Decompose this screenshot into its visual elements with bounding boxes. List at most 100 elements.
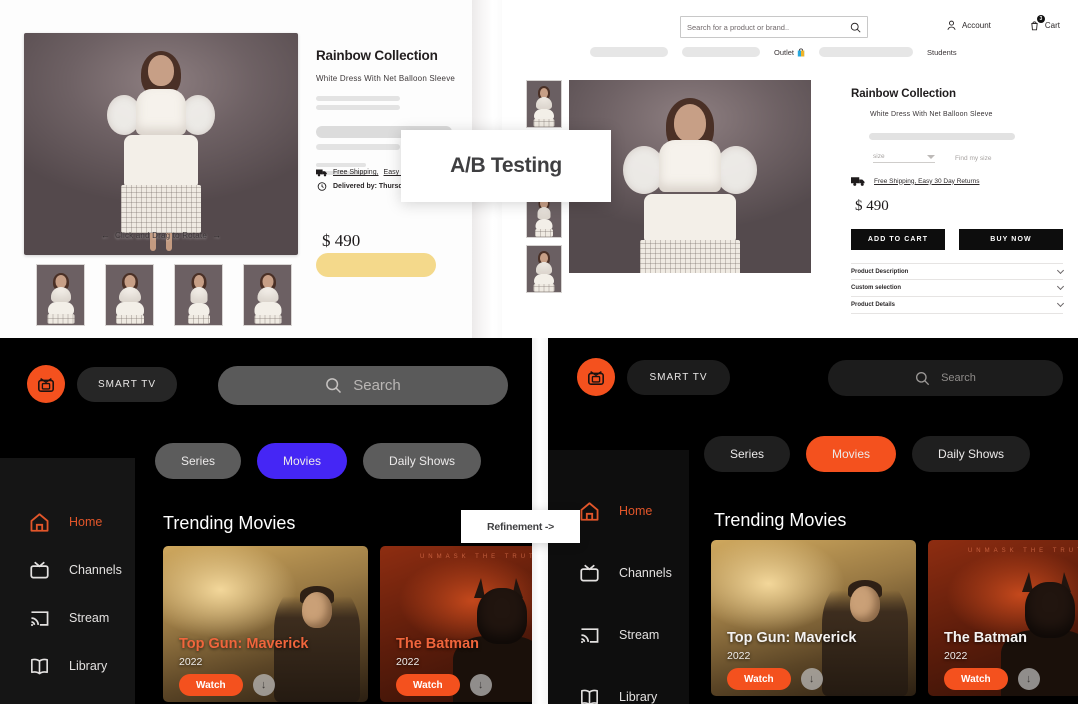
color-swatch-bar[interactable] <box>869 133 1015 140</box>
movie-title: Top Gun: Maverick <box>727 630 857 646</box>
download-arrow-icon[interactable]: ↓ <box>252 674 275 696</box>
tab-movies-a[interactable]: Movies <box>257 443 348 479</box>
account-button[interactable]: Account <box>946 20 991 31</box>
watch-button[interactable]: Watch <box>396 674 460 696</box>
movie-actions: Watch ↓ <box>944 668 1040 690</box>
size-select-value: size <box>873 153 885 160</box>
movie-card[interactable]: UNMASK THE TRUTH The Batman 2022 Watch ↓ <box>380 546 532 702</box>
shipping-returns-link[interactable]: Free Shipping, Easy 30 Day Returns <box>874 178 980 185</box>
section-title-b: Trending Movies <box>714 510 847 530</box>
shopping-bag-icon <box>797 48 805 56</box>
model-illustration <box>101 41 221 255</box>
thumbnail[interactable] <box>243 264 292 326</box>
search-icon[interactable] <box>325 377 342 394</box>
accordion-custom-selection[interactable]: Custom selection <box>851 280 1065 297</box>
download-arrow-icon[interactable]: ↓ <box>1017 668 1040 690</box>
movie-title: The Batman <box>396 636 479 652</box>
accordion-label: Product Details <box>851 302 896 308</box>
nav-ghost-item[interactable] <box>590 47 668 57</box>
watch-button[interactable]: Watch <box>179 674 243 696</box>
download-arrow-icon[interactable]: ↓ <box>800 668 823 690</box>
sidebar-nav-b: Home Channels Stream Library <box>578 480 672 704</box>
nav-students-label: Students <box>927 47 957 57</box>
tv-logo-icon[interactable] <box>27 365 65 403</box>
size-select[interactable]: size <box>873 153 935 163</box>
tab-daily-shows-b[interactable]: Daily Shows <box>912 436 1031 472</box>
search-placeholder-b: Search <box>941 372 976 384</box>
smart-tv-button-a[interactable]: SMART TV <box>77 367 177 402</box>
product-title-b: Rainbow Collection <box>851 88 956 100</box>
add-to-cart-button-a[interactable] <box>316 253 436 277</box>
placeholder-bar <box>316 163 366 167</box>
book-icon <box>581 689 598 704</box>
cart-button[interactable]: 3 Cart <box>1029 15 1060 31</box>
chevron-down-icon <box>927 155 935 159</box>
home-icon <box>580 501 599 521</box>
watch-button[interactable]: Watch <box>727 668 791 690</box>
streaming-refinement-section: SMART TV Search Series Movies Daily Show… <box>0 338 1078 704</box>
placeholder-bar <box>316 105 400 110</box>
sidebar-label: Stream <box>69 611 110 625</box>
tv-logo-icon[interactable] <box>577 358 615 396</box>
sidebar-item-home[interactable]: Home <box>578 480 672 542</box>
nav-ghost-item[interactable] <box>682 47 760 57</box>
add-to-cart-button[interactable]: ADD TO CART <box>851 229 945 250</box>
product-price-b: $ 490 <box>855 198 889 214</box>
sidebar-item-channels[interactable]: Channels <box>28 546 122 594</box>
clock-icon <box>317 182 327 191</box>
accordion-product-details[interactable]: Product Details <box>851 297 1065 314</box>
tab-series-b[interactable]: Series <box>704 436 791 472</box>
thumbnail[interactable] <box>36 264 85 326</box>
movie-year: 2022 <box>727 650 751 662</box>
smart-tv-button-b[interactable]: SMART TV <box>627 360 730 395</box>
watch-button[interactable]: Watch <box>944 668 1008 690</box>
search-bar-b[interactable] <box>680 16 868 38</box>
product-title-a: Rainbow Collection <box>316 48 438 63</box>
download-arrow-icon[interactable]: ↓ <box>469 674 492 696</box>
rotate-arrow-left-icon: ← <box>100 230 111 240</box>
streaming-header-a: SMART TV Search <box>0 338 532 436</box>
thumbnail[interactable] <box>526 80 562 128</box>
search-input-b[interactable] <box>687 22 850 32</box>
movie-tagline: UNMASK THE TRUTH <box>967 548 1078 554</box>
movie-card[interactable]: UNMASK THE TRUTH The Batman 2022 Watch ↓ <box>928 540 1078 696</box>
nav-item-students[interactable]: Students <box>927 48 957 57</box>
movie-tagline: UNMASK THE TRUTH <box>419 554 532 560</box>
sidebar-item-channels[interactable]: Channels <box>578 542 672 604</box>
sidebar-item-home[interactable]: Home <box>28 498 122 546</box>
nav-item-outlet[interactable]: Outlet <box>774 48 805 57</box>
find-my-size-link[interactable]: Find my size <box>955 155 991 162</box>
smart-tv-label: SMART TV <box>649 372 708 383</box>
refinement-label: Refinement -> <box>461 510 580 543</box>
product-info-b: Rainbow Collection White Dress With Net … <box>851 88 1065 314</box>
cast-icon <box>580 627 599 643</box>
search-icon[interactable] <box>850 22 861 33</box>
nav-ghost-item[interactable] <box>819 47 914 57</box>
tab-series-a[interactable]: Series <box>155 443 242 479</box>
search-bar-b-stream[interactable]: Search <box>828 360 1063 396</box>
thumbnail[interactable] <box>105 264 154 326</box>
streaming-variant-b-panel: SMART TV Search Series Movies Daily Show… <box>548 338 1078 704</box>
search-bar-a[interactable]: Search <box>218 366 508 405</box>
thumbnail[interactable] <box>526 245 562 293</box>
accordion-product-description[interactable]: Product Description <box>851 263 1065 280</box>
product-hero-image-a[interactable]: ← Click and Drag to Rotate → <box>24 33 298 255</box>
movie-card[interactable]: Top Gun: Maverick 2022 Watch ↓ <box>163 546 368 702</box>
tab-group-a: Series Movies Daily Shows <box>155 443 482 479</box>
accordion-label: Product Description <box>851 268 909 275</box>
cart-label: Cart <box>1044 20 1060 30</box>
tab-movies-b[interactable]: Movies <box>806 436 897 472</box>
sidebar-item-library[interactable]: Library <box>28 642 122 690</box>
movie-card[interactable]: Top Gun: Maverick 2022 Watch ↓ <box>711 540 916 696</box>
section-title-a: Trending Movies <box>163 513 296 533</box>
free-shipping-link[interactable]: Free Shipping, <box>333 169 379 176</box>
movie-title: Top Gun: Maverick <box>179 636 309 652</box>
thumbnail[interactable] <box>174 264 223 326</box>
search-icon[interactable] <box>915 371 930 386</box>
sidebar-item-stream[interactable]: Stream <box>28 594 122 642</box>
sidebar-item-library[interactable]: Library <box>578 666 672 704</box>
tab-daily-shows-a[interactable]: Daily Shows <box>363 443 482 479</box>
home-icon <box>30 512 49 532</box>
sidebar-item-stream[interactable]: Stream <box>578 604 672 666</box>
buy-now-button[interactable]: BUY NOW <box>959 229 1063 250</box>
